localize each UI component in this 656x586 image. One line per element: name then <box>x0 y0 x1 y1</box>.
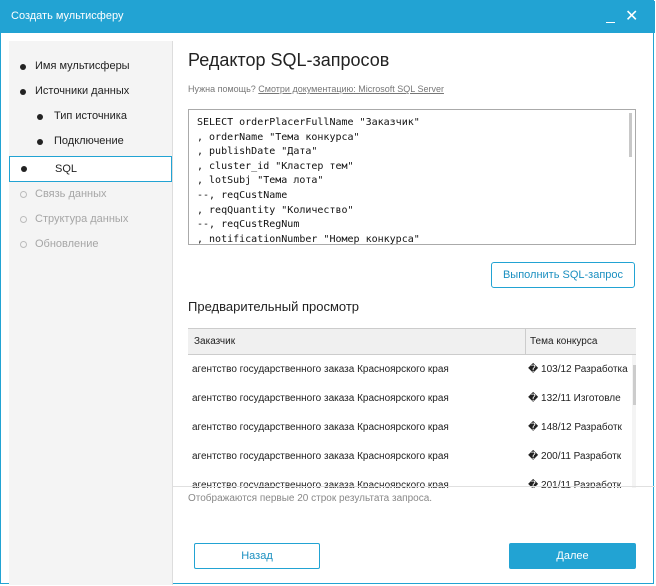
title-bar[interactable]: Создать мультисферу ✕ <box>1 1 655 33</box>
dot-icon <box>20 191 27 198</box>
step-label: Обновление <box>35 238 99 250</box>
column-header-customer[interactable]: Заказчик <box>194 336 235 347</box>
dot-icon <box>20 241 27 248</box>
dot-icon <box>20 216 27 223</box>
next-button[interactable]: Далее <box>509 543 636 569</box>
code-line: , publishDate "Дата" <box>197 146 318 158</box>
sql-editor[interactable]: SELECT orderPlacerFullName "Заказчик" , o… <box>188 109 636 245</box>
footer-divider <box>173 486 655 487</box>
back-button[interactable]: Назад <box>194 543 320 569</box>
step-label: Связь данных <box>35 188 107 200</box>
code-line: , lotSubj "Тема лота" <box>197 175 324 187</box>
step-connection[interactable]: Подключение <box>9 130 172 154</box>
preview-title: Предварительный просмотр <box>188 299 360 314</box>
sql-code[interactable]: SELECT orderPlacerFullName "Заказчик" , o… <box>197 116 420 245</box>
code-line: , reqQuantity "Количество" <box>197 204 354 216</box>
step-label: Тип источника <box>54 110 127 122</box>
cell-customer: агентство государственного заказа Красно… <box>192 451 449 462</box>
main-panel: Редактор SQL-запросов Нужна помощь? Смот… <box>173 41 655 585</box>
dot-icon <box>20 89 26 95</box>
table-row[interactable]: агентство государственного заказа Красно… <box>188 443 636 472</box>
step-source-type[interactable]: Тип источника <box>9 105 172 129</box>
code-line: , cluster_id "Кластер тем" <box>197 160 354 172</box>
wizard-steps: Имя мультисферы Источники данных Тип ист… <box>9 41 173 585</box>
step-multisphere-name[interactable]: Имя мультисферы <box>9 55 172 79</box>
code-line: , notificationNumber "Номер конкурса" <box>197 233 420 245</box>
minimize-icon[interactable] <box>606 22 615 23</box>
cell-customer: агентство государственного заказа Красно… <box>192 364 449 375</box>
step-update: Обновление <box>9 233 172 257</box>
step-sql[interactable]: SQL <box>9 156 172 182</box>
cell-topic: � 148/12 Разработк <box>528 422 622 433</box>
cell-topic: � 132/11 Изготовле <box>528 393 621 404</box>
code-line: SELECT orderPlacerFullName "Заказчик" <box>197 117 420 128</box>
step-label: Структура данных <box>35 213 129 225</box>
code-line: , orderName "Тема конкурса" <box>197 131 360 143</box>
help-prefix: Нужна помощь? <box>188 84 256 94</box>
step-label: Подключение <box>54 135 124 147</box>
window-title: Создать мультисферу <box>11 10 124 22</box>
step-label: SQL <box>55 163 78 175</box>
close-icon[interactable]: ✕ <box>625 9 638 25</box>
preview-note: Отображаются первые 20 строк результата … <box>188 493 433 504</box>
cell-topic: � 200/11 Разработк <box>528 451 622 462</box>
page-title: Редактор SQL-запросов <box>188 50 390 70</box>
step-label: Имя мультисферы <box>35 60 130 72</box>
dialog-window: Создать мультисферу ✕ Имя мультисферы Ис… <box>0 0 655 585</box>
step-data-link: Связь данных <box>9 183 172 207</box>
table-row[interactable]: агентство государственного заказа Красно… <box>188 385 636 414</box>
table-header: Заказчик Тема конкурса <box>188 329 636 355</box>
preview-table: Заказчик Тема конкурса агентство государ… <box>188 328 636 488</box>
code-line: --, reqCustName <box>197 189 288 201</box>
table-row[interactable]: агентство государственного заказа Красно… <box>188 414 636 443</box>
run-sql-button[interactable]: Выполнить SQL-запрос <box>491 262 635 288</box>
code-line: --, reqCustRegNum <box>197 219 300 231</box>
dot-icon <box>37 139 43 145</box>
column-divider[interactable] <box>525 329 526 355</box>
step-data-structure: Структура данных <box>9 208 172 232</box>
dot-icon <box>37 114 43 120</box>
cell-topic: � 103/12 Разработка <box>528 364 628 375</box>
docs-link[interactable]: Смотри документацию: Microsoft SQL Serve… <box>258 84 444 94</box>
step-label: Источники данных <box>35 85 130 97</box>
dot-icon <box>20 64 26 70</box>
step-data-sources[interactable]: Источники данных <box>9 80 172 104</box>
dot-icon <box>21 166 27 172</box>
help-line: Нужна помощь? Смотри документацию: Micro… <box>188 84 444 94</box>
table-row[interactable]: агентство государственного заказа Красно… <box>188 356 636 385</box>
editor-scrollbar[interactable] <box>629 113 632 157</box>
column-header-topic[interactable]: Тема конкурса <box>530 336 597 347</box>
cell-customer: агентство государственного заказа Красно… <box>192 393 449 404</box>
cell-customer: агентство государственного заказа Красно… <box>192 422 449 433</box>
table-scrollbar-thumb[interactable] <box>633 365 636 405</box>
